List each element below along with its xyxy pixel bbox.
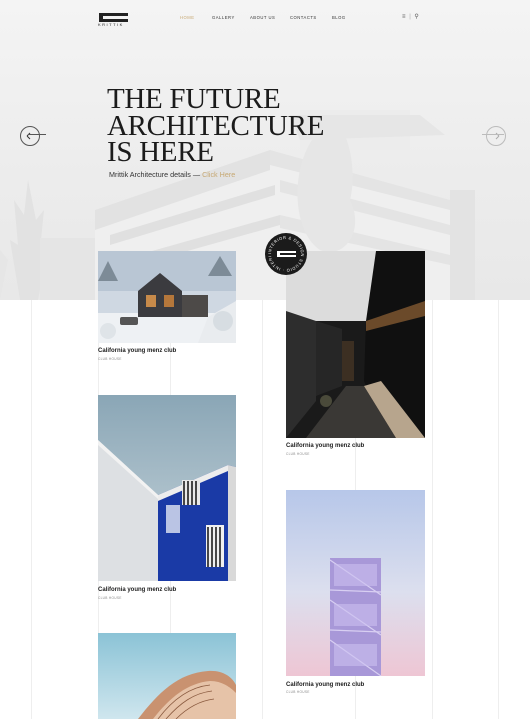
divider: |: [409, 14, 411, 20]
project-photo: [98, 633, 236, 719]
next-arrow-button[interactable]: [486, 126, 506, 146]
project-card-title[interactable]: California young menz club: [98, 348, 176, 354]
project-photo: [98, 395, 236, 581]
grid-line: [498, 300, 499, 719]
next-arrow-line: [482, 134, 504, 135]
nav-blog[interactable]: BLOG: [332, 15, 346, 20]
project-photo: [286, 251, 425, 438]
project-photo: [286, 490, 425, 676]
nav-gallery[interactable]: GALLERY: [212, 15, 235, 20]
arrow-left-icon: [26, 132, 31, 140]
project-photo: [98, 251, 236, 343]
project-card-title[interactable]: California young menz club: [286, 682, 364, 688]
hero-title: THE FUTURE ARCHITECTURE IS HERE: [107, 83, 324, 168]
arrow-right-icon: [495, 132, 500, 140]
hero-subtitle: Mrittik Architecture details — Click Her…: [109, 170, 235, 179]
search-icon[interactable]: ⚲: [414, 14, 418, 20]
project-card-image[interactable]: [286, 490, 425, 676]
menu-icon[interactable]: ≡: [402, 14, 406, 20]
nav-home[interactable]: HOME: [180, 15, 195, 20]
project-card-image[interactable]: [98, 633, 236, 719]
header-icons: ≡ | ⚲: [402, 13, 419, 20]
project-card-category: CLUB HOUSE: [286, 452, 310, 456]
grid-line: [31, 300, 32, 719]
project-card-image[interactable]: [98, 395, 236, 581]
click-here-link[interactable]: Click Here: [202, 170, 235, 179]
project-card-category: CLUB HOUSE: [98, 357, 122, 361]
brand-name: KRITTIK: [98, 22, 124, 27]
project-card-title[interactable]: California young menz club: [98, 587, 176, 593]
grid-line: [262, 300, 263, 719]
site-header: KRITTIK HOME GALLERY ABOUT US CONTACTS B…: [0, 0, 530, 36]
grid-line: [432, 300, 433, 719]
project-card-category: CLUB HOUSE: [98, 596, 122, 600]
project-card-title[interactable]: California young menz club: [286, 443, 364, 449]
hero-title-line: THE FUTURE: [107, 83, 281, 115]
prev-arrow-line: [28, 134, 46, 135]
project-card-image[interactable]: [286, 251, 425, 438]
prev-arrow-button[interactable]: [20, 126, 40, 146]
project-card-image[interactable]: [98, 251, 236, 343]
studio-badge: INTERIOR & DESIGN STUDIO · INTERIOR & DE…: [265, 233, 307, 275]
hero-subtitle-text: Mrittik Architecture details —: [109, 170, 201, 179]
hero-title-line: IS HERE: [107, 136, 214, 168]
nav-about-us[interactable]: ABOUT US: [250, 15, 275, 20]
nav-contacts[interactable]: CONTACTS: [290, 15, 317, 20]
project-card-category: CLUB HOUSE: [286, 690, 310, 694]
